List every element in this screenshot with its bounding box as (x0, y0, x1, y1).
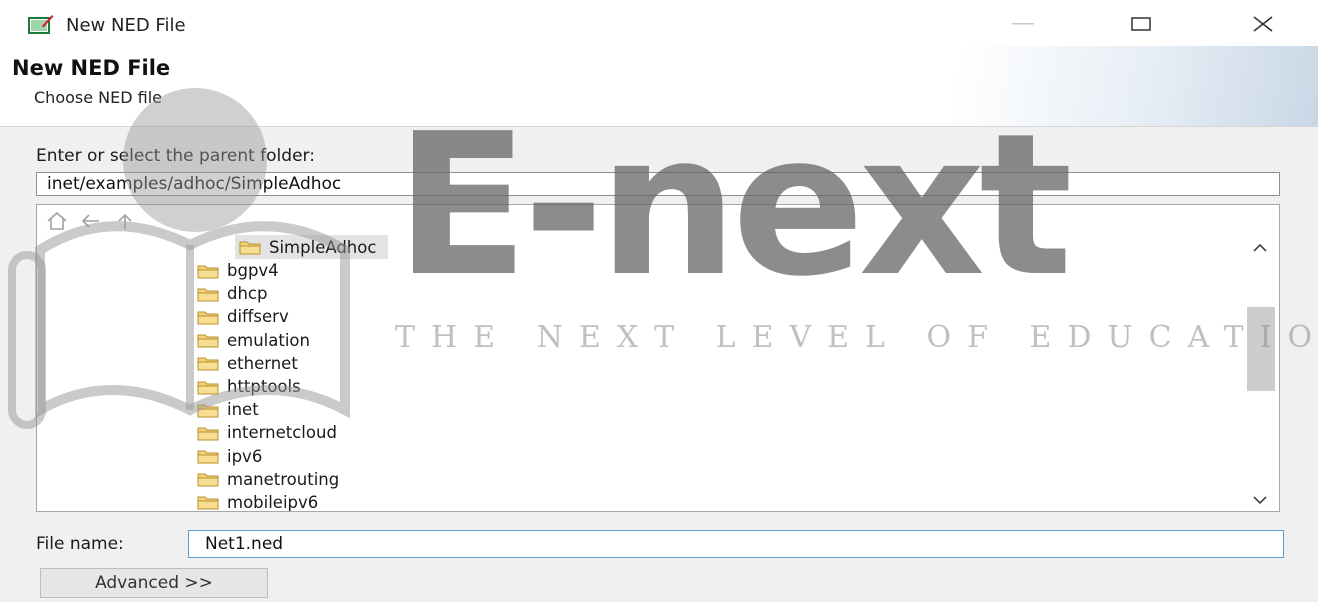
tree-item[interactable]: httptools (197, 375, 388, 398)
file-name-label: File name: (36, 534, 124, 554)
tree-item[interactable]: bgpv4 (197, 259, 388, 282)
tree-item-label: diffserv (227, 307, 289, 327)
folder-icon (197, 473, 219, 487)
close-button[interactable] (1240, 8, 1286, 40)
folder-icon (197, 427, 219, 441)
advanced-button[interactable]: Advanced >> (40, 568, 268, 598)
window-title: New NED File (66, 15, 186, 36)
tree-item[interactable]: inet (197, 398, 388, 421)
close-icon (1253, 16, 1273, 32)
folder-icon (197, 265, 219, 279)
tree-item-label: mobileipv6 (227, 492, 319, 512)
title-bar: New NED File (0, 0, 1318, 46)
folder-icon (197, 381, 219, 395)
tree-root-item[interactable]: SimpleAdhoc (235, 235, 389, 259)
maximize-icon (1131, 17, 1151, 31)
file-name-input[interactable] (188, 530, 1284, 558)
folder-icon (239, 241, 261, 255)
home-icon[interactable] (45, 211, 69, 231)
folder-icon (197, 334, 219, 348)
tree-item[interactable]: manetrouting (197, 468, 388, 491)
maximize-button[interactable] (1118, 8, 1164, 40)
minimize-button[interactable] (1000, 8, 1046, 40)
folder-icon (197, 496, 219, 510)
tree-item-label: inet (227, 400, 259, 420)
tree-item[interactable]: emulation (197, 329, 388, 352)
folder-icon (197, 404, 219, 418)
scroll-thumb[interactable] (1247, 307, 1275, 391)
tree-item[interactable]: internetcloud (197, 421, 388, 444)
folder-icon (197, 288, 219, 302)
tree-item-label: SimpleAdhoc (269, 237, 377, 257)
scroll-down-button[interactable] (1250, 493, 1270, 507)
vertical-scrollbar[interactable] (1241, 235, 1279, 511)
page-subtitle: Choose NED file (34, 88, 163, 107)
tree-item-label: ipv6 (227, 446, 263, 466)
wizard-banner: New NED File Choose NED file (0, 46, 1318, 127)
chevron-up-icon (1253, 244, 1267, 252)
minimize-icon (1012, 23, 1034, 25)
parent-folder-label: Enter or select the parent folder: (36, 146, 315, 166)
tree-item[interactable]: dhcp (197, 282, 388, 305)
tree-item-label: httptools (227, 377, 301, 397)
chevron-down-icon (1253, 496, 1267, 504)
parent-folder-input[interactable] (36, 172, 1280, 196)
tree-item-label: manetrouting (227, 469, 340, 489)
tree-item-label: dhcp (227, 284, 268, 304)
tree-item[interactable]: mobileipv6 (197, 491, 388, 512)
back-icon[interactable] (79, 211, 103, 231)
tree-toolbar (45, 211, 137, 231)
ned-file-icon (28, 15, 54, 34)
page-title: New NED File (12, 56, 171, 80)
tree-item-label: internetcloud (227, 423, 337, 443)
tree-item-label: emulation (227, 330, 310, 350)
folder-tree[interactable]: SimpleAdhoc bgpv4 dhcp diffserv emulation et… (36, 204, 1280, 512)
folder-list: SimpleAdhoc bgpv4 dhcp diffserv emulation et… (197, 235, 389, 512)
tree-item[interactable]: ethernet (197, 352, 388, 375)
tree-item[interactable]: diffserv (197, 305, 388, 328)
folder-icon (197, 357, 219, 371)
tree-item-label: ethernet (227, 353, 298, 373)
tree-item-label: bgpv4 (227, 261, 279, 281)
tree-item[interactable]: ipv6 (197, 445, 388, 468)
up-icon[interactable] (113, 211, 137, 231)
scroll-up-button[interactable] (1250, 241, 1270, 255)
folder-icon (197, 450, 219, 464)
folder-icon (197, 311, 219, 325)
